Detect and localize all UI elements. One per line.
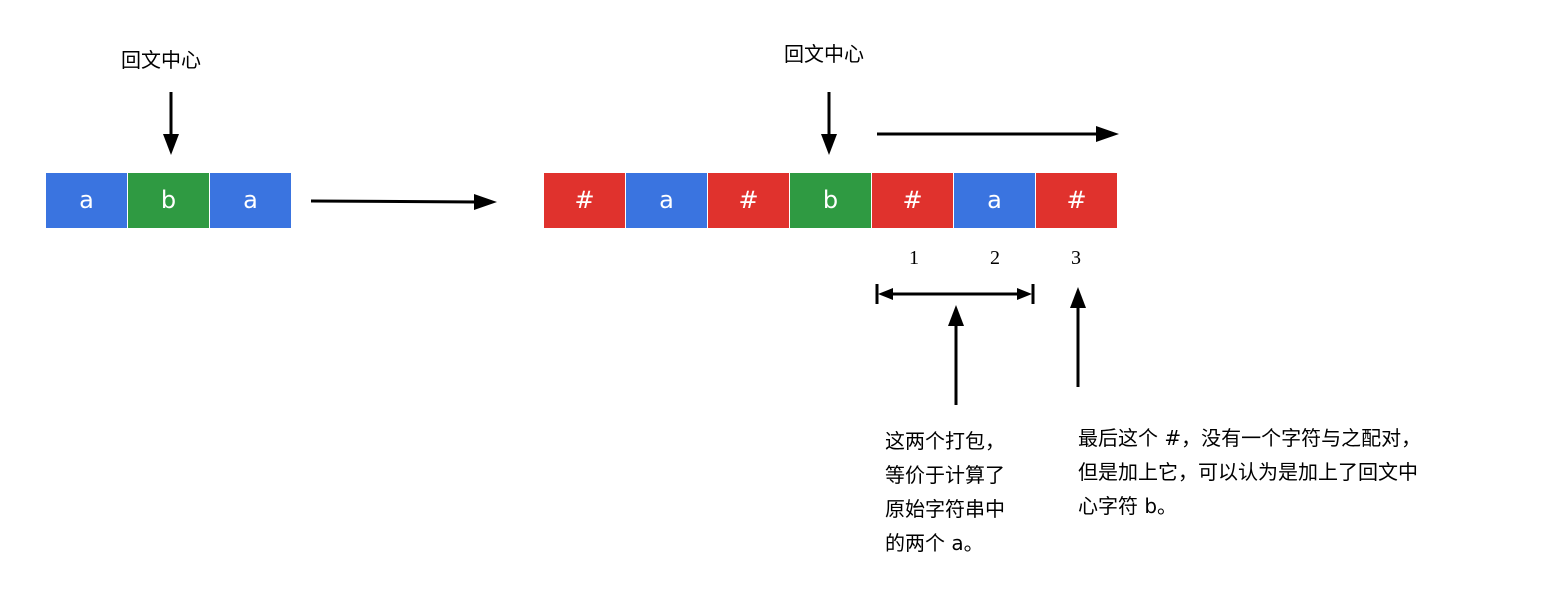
right-center-down-arrow — [821, 92, 837, 155]
last-hash-up-arrow — [1070, 287, 1086, 387]
pair-note: 这两个打包， 等价于计算了 原始字符串中 的两个 a。 — [885, 424, 1005, 560]
last-hash-note: 最后这个 #，没有一个字符与之配对， 但是加上它，可以认为是加上了回文中 心字符… — [1078, 421, 1421, 523]
pair-note-line: 的两个 a。 — [885, 531, 984, 555]
left-center-down-arrow — [163, 92, 179, 155]
pair-span-bracket — [875, 284, 1035, 304]
last-hash-note-line: 最后这个 #，没有一个字符与之配对， — [1078, 426, 1422, 450]
last-hash-note-line: 心字符 b。 — [1078, 494, 1178, 518]
expand-right-arrow — [877, 126, 1119, 142]
pair-note-line: 原始字符串中 — [885, 497, 1005, 521]
pair-note-line: 等价于计算了 — [885, 463, 1005, 487]
last-hash-note-line: 但是加上它，可以认为是加上了回文中 — [1078, 460, 1418, 484]
transform-arrow — [310, 194, 497, 210]
pair-up-arrow — [948, 305, 964, 405]
pair-note-line: 这两个打包， — [885, 429, 1005, 453]
